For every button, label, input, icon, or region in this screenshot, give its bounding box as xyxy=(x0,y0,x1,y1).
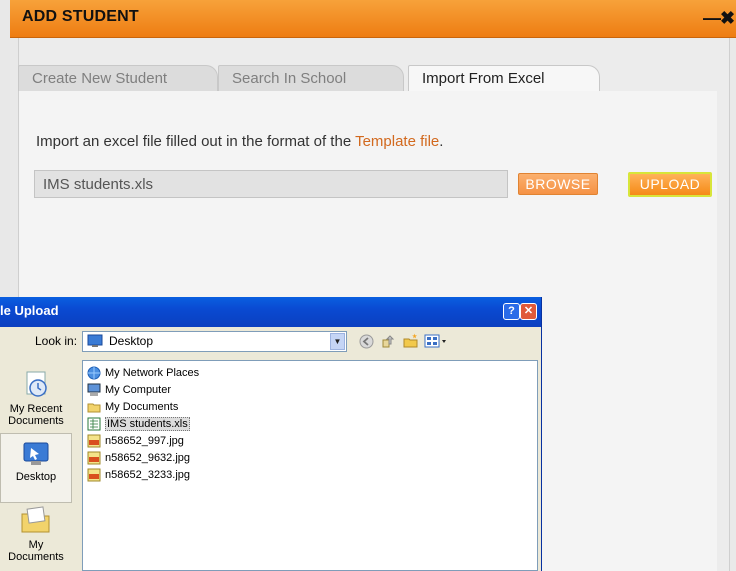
file-name: My Documents xyxy=(105,401,179,413)
network-places-icon xyxy=(87,366,101,380)
window-title: ADD STUDENT xyxy=(22,8,139,25)
excel-file-icon xyxy=(87,417,101,431)
my-computer-icon xyxy=(87,383,101,396)
look-in-value: Desktop xyxy=(109,334,154,348)
list-item[interactable]: n58652_997.jpg xyxy=(87,433,184,449)
template-file-link[interactable]: Template file xyxy=(355,133,439,150)
list-item[interactable]: My Computer xyxy=(87,382,171,398)
folder-icon xyxy=(87,403,101,413)
places-bar: My Recent Documents Desktop My Documents xyxy=(0,358,73,571)
file-name: My Computer xyxy=(105,384,172,396)
file-path-field[interactable]: IMS students.xls xyxy=(34,170,508,198)
upload-button[interactable]: UPLOAD xyxy=(628,172,712,197)
browse-button[interactable]: BROWSE xyxy=(518,173,598,195)
file-name: IMS students.xls xyxy=(105,417,190,431)
list-item[interactable]: n58652_3233.jpg xyxy=(87,467,190,483)
look-in-label: Look in: xyxy=(35,334,78,348)
dialog-close-icon[interactable]: ✕ xyxy=(520,303,537,320)
file-name: My Network Places xyxy=(105,367,200,379)
minimize-icon[interactable]: — xyxy=(703,9,721,27)
instruction-end: . xyxy=(439,133,444,150)
list-item[interactable]: My Documents xyxy=(87,399,178,415)
chevron-down-icon[interactable]: ▼ xyxy=(330,333,345,350)
list-item[interactable]: My Network Places xyxy=(87,365,199,381)
place-label: My Documents xyxy=(8,539,64,563)
recent-documents-icon xyxy=(26,371,47,397)
place-my-recent-documents[interactable]: My Recent Documents xyxy=(0,370,72,427)
file-name: n58652_997.jpg xyxy=(105,435,184,447)
back-icon[interactable] xyxy=(358,333,375,350)
file-name: n58652_9632.jpg xyxy=(105,452,191,464)
file-name: n58652_3233.jpg xyxy=(105,469,191,481)
tab-create-new-student[interactable]: Create New Student xyxy=(18,65,218,91)
dialog-title-bar: le Upload ? ✕ xyxy=(0,297,541,327)
up-folder-icon[interactable] xyxy=(380,333,397,350)
tab-search-in-school[interactable]: Search In School xyxy=(218,65,404,91)
place-my-documents[interactable]: My Documents xyxy=(0,504,72,563)
dialog-title: le Upload xyxy=(0,303,59,318)
jpeg-file-icon xyxy=(87,434,101,448)
jpeg-file-icon xyxy=(87,468,101,482)
list-item[interactable]: n58652_9632.jpg xyxy=(87,450,190,466)
instruction-text: Import an excel file filled out in the f… xyxy=(36,133,356,150)
desktop-icon xyxy=(23,442,49,465)
close-icon[interactable]: ✖ xyxy=(720,9,735,27)
title-bar: ADD STUDENT — ✖ xyxy=(10,0,736,38)
view-menu-icon[interactable] xyxy=(424,333,450,350)
import-instruction: Import an excel file filled out in the f… xyxy=(36,133,443,150)
jpeg-file-icon xyxy=(87,451,101,465)
tab-import-from-excel[interactable]: Import From Excel xyxy=(408,65,600,91)
place-desktop[interactable]: Desktop xyxy=(0,433,72,503)
place-label: My Recent Documents xyxy=(8,403,64,427)
my-documents-icon xyxy=(21,506,50,533)
look-in-select[interactable]: Desktop ▼ xyxy=(82,331,347,352)
help-icon[interactable]: ? xyxy=(503,303,520,320)
list-item-selected[interactable]: IMS students.xls xyxy=(87,416,190,432)
new-folder-icon[interactable] xyxy=(402,333,419,350)
place-label: Desktop xyxy=(15,471,57,483)
desktop-icon xyxy=(87,334,103,347)
file-list[interactable]: My Network Places My Computer My Documen… xyxy=(82,360,538,571)
